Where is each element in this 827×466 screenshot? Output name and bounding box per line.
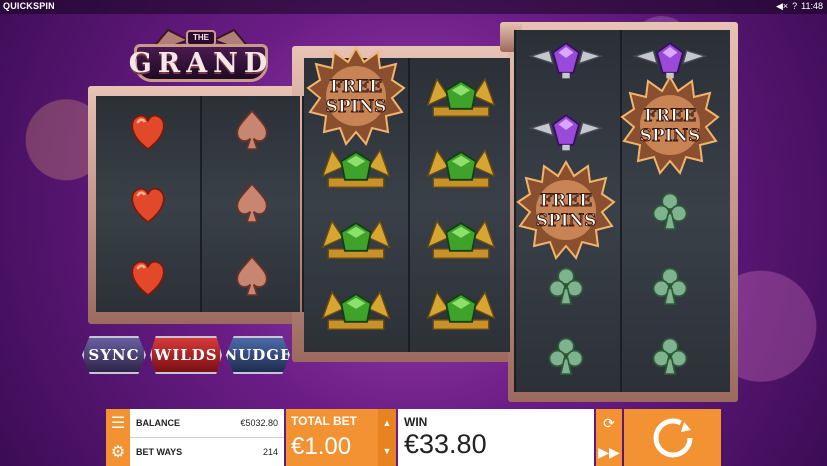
win-label: WIN [404,415,428,429]
gem-green-symbol [424,67,498,125]
free-spins-symbol: FREE SPINS [306,46,406,146]
heart-symbol [122,250,174,302]
menu-button[interactable]: ☰ [106,409,130,437]
svg-text:FREE: FREE [540,191,592,211]
club-symbol [644,259,696,311]
spade-symbol [226,104,278,156]
svg-text:SPINS: SPINS [536,211,597,231]
gem-green-symbol [424,138,498,196]
bet-stepper: ▲ ▼ [378,409,396,466]
speaker-icon[interactable]: ◀× [776,1,788,12]
brand-label: QUICKSPIN [3,1,55,11]
svg-text:FREE: FREE [330,77,382,97]
hamburger-icon: ☰ [110,415,126,432]
free-spins-symbol: FREE SPINS [516,160,616,260]
free-spins-symbol: FREE SPINS [620,75,720,175]
total-bet-box: TOTAL BET €1.00 ▲ ▼ [286,409,396,466]
gem-green-symbol [319,209,393,267]
spin-icon [653,418,692,457]
gear-icon: ⚙ [110,444,126,461]
club-symbol [540,329,592,381]
betways-row: BET WAYS 214 [130,437,284,465]
win-value: €33.80 [404,429,487,459]
balance-row: BALANCE €5032.80 [130,409,284,437]
svg-text:SPINS: SPINS [326,97,387,117]
top-right-controls: ◀× ? 11:48 [776,1,823,12]
spade-symbol [226,250,278,302]
menu-column: ☰ ⚙ [106,409,130,466]
bet-increase-button[interactable]: ▲ [378,409,396,437]
club-symbol [644,329,696,381]
autoplay-button[interactable]: ⟳ [596,409,622,437]
fast-forward-icon: ▶▶ [598,443,620,460]
balance-value: €5032.80 [240,418,278,428]
heart-symbol [122,177,174,229]
gem-purple-symbol [529,31,603,89]
wilds-feature-badge: WILDS [150,336,222,374]
logo-title: GRAND [128,48,274,79]
club-symbol [540,259,592,311]
turbo-button[interactable]: ▶▶ [596,438,622,466]
nudge-feature-badge: NUDGE [226,336,290,374]
info-box: BALANCE €5032.80 BET WAYS 214 [130,409,284,466]
total-bet-label: TOTAL BET [291,414,357,428]
club-symbol [644,184,696,236]
gem-green-symbol [319,280,393,338]
help-button[interactable]: ? [792,1,797,12]
bet-decrease-button[interactable]: ▼ [378,437,396,465]
game-logo: THE GRAND [128,18,274,88]
svg-text:SPINS: SPINS [640,126,701,146]
gem-green-symbol [319,138,393,196]
heart-symbol [122,104,174,156]
top-bar: QUICKSPIN ◀× ? 11:48 [0,0,827,14]
betways-value: 214 [262,446,278,457]
settings-button[interactable]: ⚙ [106,438,130,466]
win-box: WIN €33.80 [398,409,594,466]
autoplay-column: ⟳ ▶▶ [596,409,622,466]
svg-text:FREE: FREE [644,106,696,126]
autoplay-icon: ⟳ [603,414,615,431]
logo-the: THE [186,30,216,46]
reel-divider [408,58,410,352]
spin-button[interactable] [624,409,721,466]
betways-label: BET WAYS [136,446,183,457]
gem-green-symbol [424,280,498,338]
clock: 11:48 [801,1,823,11]
reel-divider [200,96,202,312]
spade-symbol [226,177,278,229]
sync-feature-badge: SYNC [82,336,146,374]
total-bet-value: €1.00 [291,433,352,460]
gem-purple-symbol [529,103,603,161]
balance-label: BALANCE [136,418,180,428]
gem-green-symbol [424,209,498,267]
reel-divider [302,96,304,312]
